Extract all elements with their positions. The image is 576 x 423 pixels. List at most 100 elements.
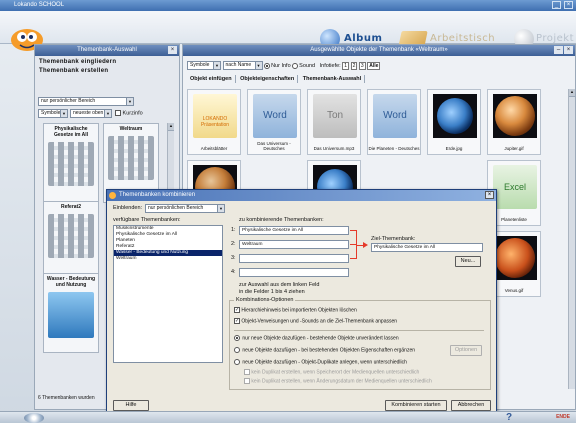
links-option[interactable]: ✓ Objekt-Verweisungen und -Sounds an die…	[234, 318, 397, 324]
radio-new-only-button[interactable]	[234, 335, 240, 341]
einblenden-select[interactable]: nur persönlichen Bereich ▼	[145, 204, 225, 213]
bank-thumbnail-grid	[48, 142, 94, 186]
themenbank-count: 6 Themenbanken wurden	[38, 395, 95, 401]
kurzinfo-toggle[interactable]: Kurzinfo	[115, 110, 143, 116]
sub-option-location[interactable]: kein Duplikat erstellen, wenn Speicheror…	[244, 369, 419, 375]
chevron-down-icon: ▼	[126, 98, 133, 105]
scope-select[interactable]: nur persönlicher Bereich ▼	[38, 97, 134, 106]
object-thumbnail[interactable]: Word Die Planeten - Deutsches	[367, 89, 421, 155]
minimize-icon[interactable]: –	[554, 46, 563, 54]
help-button[interactable]: Hilfe	[113, 400, 149, 411]
cd-icon[interactable]	[24, 413, 44, 423]
filter-all-radio[interactable]	[264, 62, 271, 69]
hierarchy-checkbox[interactable]: ✓	[234, 307, 240, 313]
slot-2-field[interactable]: Weltraum	[239, 240, 349, 249]
chevron-up-icon[interactable]: ▲	[569, 89, 575, 97]
hierarchy-option[interactable]: ✓ Hierarchiehinweis bei importierten Obj…	[234, 307, 357, 313]
radio-new-only[interactable]: nur neue Objekte dazufügen - bestehende …	[234, 335, 399, 341]
chevron-up-icon[interactable]: ▲	[168, 123, 174, 131]
top-navigation: Album Arbeitstisch Projekt	[0, 11, 576, 51]
bank-card[interactable]: Referat2	[43, 201, 99, 275]
tab-object-properties[interactable]: Objekteigenschaften	[237, 75, 299, 83]
object-thumbnail[interactable]: Erde.jpg	[427, 89, 481, 155]
chevron-down-icon: ▼	[213, 62, 220, 69]
dialog-title-bar: Themenbanken kombinieren ×	[107, 190, 496, 201]
list-item[interactable]: Weltraum	[114, 256, 222, 262]
chevron-down-icon: ▼	[104, 110, 111, 117]
end-button[interactable]: ENDE	[556, 414, 570, 420]
status-bar: ? ENDE	[0, 411, 576, 423]
left-panel-header: Themenbank-Auswahl ×	[35, 45, 179, 56]
earth-image	[433, 94, 477, 138]
radio-add-properties[interactable]: neue Objekte dazufügen - bei bestehenden…	[234, 347, 415, 353]
filter-sound-label: Sound	[299, 62, 316, 69]
sub-option-date-checkbox[interactable]	[244, 378, 250, 384]
slot-3-field[interactable]	[239, 254, 349, 263]
infotiefe-2-button[interactable]: 2	[350, 61, 358, 70]
bank-thumbnail-grid	[48, 214, 94, 258]
target-label: Ziel-Themenbank:	[371, 236, 416, 242]
einblenden-value: nur persönlichen Bereich	[148, 205, 204, 211]
links-checkbox[interactable]: ✓	[234, 318, 240, 324]
close-icon[interactable]: ×	[564, 46, 573, 54]
kurzinfo-checkbox[interactable]	[115, 110, 121, 116]
infotiefe-3-button[interactable]: 3	[358, 61, 366, 70]
start-combine-button[interactable]: Kombinieren starten	[385, 400, 447, 411]
bank-card[interactable]: Wasser - Bedeutung und Nutzung	[43, 273, 99, 353]
right-scrollbar[interactable]: ▲	[568, 89, 575, 389]
minimize-button[interactable]: _	[552, 1, 561, 9]
options-button[interactable]: Optionen	[450, 345, 482, 356]
kurzinfo-label: Kurzinfo	[122, 110, 143, 117]
close-icon[interactable]: ×	[485, 191, 494, 199]
import-themenbank-link[interactable]: Themenbank eingliedern	[39, 59, 175, 65]
cancel-button[interactable]: Abbrechen	[451, 400, 491, 411]
object-view-value: Symbole	[190, 62, 210, 68]
dialog-title: Themenbanken kombinieren	[119, 192, 196, 198]
order-select[interactable]: neueste oben ▼	[70, 109, 112, 118]
bank-card[interactable]: Physikalische Gesetze im All	[43, 123, 99, 203]
tab-themenbank-selection[interactable]: Themenbank-Auswahl	[300, 75, 366, 83]
help-icon[interactable]: ?	[506, 412, 512, 423]
bank-card-title: Wasser - Bedeutung und Nutzung	[46, 276, 96, 288]
object-sort-select[interactable]: nach Name ▼	[222, 61, 263, 70]
sub-option-location-checkbox[interactable]	[244, 369, 250, 375]
slot-4-field[interactable]	[239, 268, 349, 277]
divider	[234, 330, 484, 331]
einblenden-label: Einblenden:	[113, 205, 143, 211]
app-title: Lokando SCHOOL	[14, 2, 65, 8]
close-icon[interactable]: ×	[564, 1, 573, 9]
object-action-tabs: Objekt einfügen Objekteigenschaften Them…	[187, 75, 366, 83]
filter-sound-radio[interactable]	[292, 62, 299, 69]
app-icon	[109, 192, 116, 199]
radio-add-properties-button[interactable]	[234, 347, 240, 353]
new-target-button[interactable]: Neu...	[455, 256, 481, 267]
target-field[interactable]: Physikalische Gesetze im All	[371, 243, 483, 252]
radio-duplicates[interactable]: neue Objekte dazufügen - Objekt-Duplikat…	[234, 359, 407, 365]
radio-duplicates-button[interactable]	[234, 359, 240, 365]
object-thumbnail[interactable]: Ton Das Universum.mp3	[307, 89, 361, 155]
tab-insert-object[interactable]: Objekt einfügen	[187, 75, 236, 83]
create-themenbank-link[interactable]: Themenbank erstellen	[39, 68, 175, 74]
infotiefe-all-button[interactable]: Alle	[367, 61, 381, 70]
excel-spreadsheet-icon: Excel	[493, 165, 537, 209]
object-thumbnail[interactable]: Word Das Universum - Deutsches	[247, 89, 301, 155]
thumbnail-label: Arbeitsblätter	[200, 146, 228, 151]
drag-hint-line2: in die Felder 1 bis 4 ziehen	[239, 289, 305, 295]
object-thumbnail[interactable]: Jupiter.gif	[487, 89, 541, 155]
object-thumbnail[interactable]: LOKANDO Präsentation Arbeitsblätter	[187, 89, 241, 155]
thumbnail-label: Das Universum - Deutsches	[257, 141, 291, 151]
left-panel-title: Themenbank-Auswahl	[77, 47, 137, 53]
source-themenbank-list[interactable]: Musikinstrumente Physikalische Gesetze i…	[113, 225, 223, 363]
radio-add-properties-label: neue Objekte dazufügen - bei bestehenden…	[242, 347, 416, 354]
infotiefe-label: Infotiefe:	[319, 62, 341, 69]
chevron-down-icon: ▼	[60, 110, 67, 117]
object-view-select[interactable]: Symbole ▼	[187, 61, 221, 70]
slot-1-field[interactable]: Physikalische Gesetze im All	[239, 226, 349, 235]
sub-option-date[interactable]: kein Duplikat erstellen, wenn Änderungsd…	[244, 378, 432, 384]
infotiefe-1-button[interactable]: 1	[342, 61, 350, 70]
word-document-icon: Word	[373, 94, 417, 138]
filter-text-label: Nur Info	[271, 62, 291, 69]
close-icon[interactable]: ×	[168, 46, 177, 54]
view-select[interactable]: Symbole ▼	[38, 109, 68, 118]
hierarchy-option-label: Hierarchiehinweis bei importierten Objek…	[241, 307, 357, 314]
